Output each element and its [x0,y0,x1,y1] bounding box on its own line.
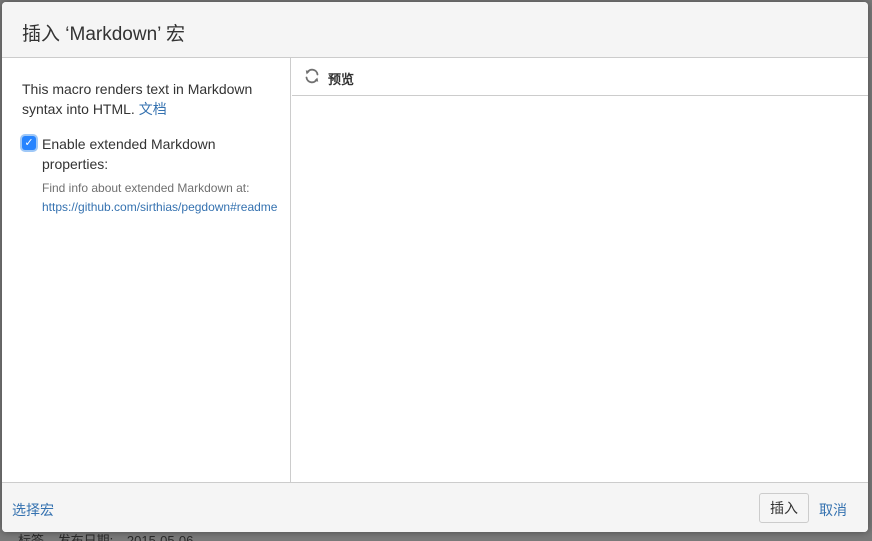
dialog-header: 插入 ‘Markdown’ 宏 [2,2,868,58]
insert-button[interactable]: 插入 [759,493,809,523]
checkmark-icon: ✓ [24,137,34,149]
extended-markdown-hint: Find info about extended Markdown at: ht… [42,179,292,217]
macro-description: This macro renders text in Markdown synt… [22,79,272,119]
macro-options-panel: This macro renders text in Markdown synt… [2,58,291,482]
extended-markdown-label: Enable extended Markdown properties: [42,136,216,172]
refresh-icon[interactable] [304,68,320,84]
documentation-link[interactable]: 文档 [139,101,167,117]
pegdown-readme-link[interactable]: https://github.com/sirthias/pegdown#read… [42,200,277,214]
preview-panel: 预览 [292,58,868,482]
dialog-footer: 选择宏 插入 取消 [2,482,868,532]
select-macro-link[interactable]: 选择宏 [12,500,54,520]
preview-toolbar: 预览 [292,58,868,96]
cancel-link[interactable]: 取消 [819,500,847,520]
hint-text: Find info about extended Markdown at: [42,181,250,195]
preview-content-area [292,97,868,482]
dialog-title: 插入 ‘Markdown’ 宏 [22,24,185,45]
extended-markdown-checkbox[interactable]: ✓ [22,136,36,150]
insert-macro-dialog: 插入 ‘Markdown’ 宏 This macro renders text … [2,2,868,532]
macro-description-text: This macro renders text in Markdown synt… [22,81,253,117]
preview-label: 预览 [328,72,355,87]
